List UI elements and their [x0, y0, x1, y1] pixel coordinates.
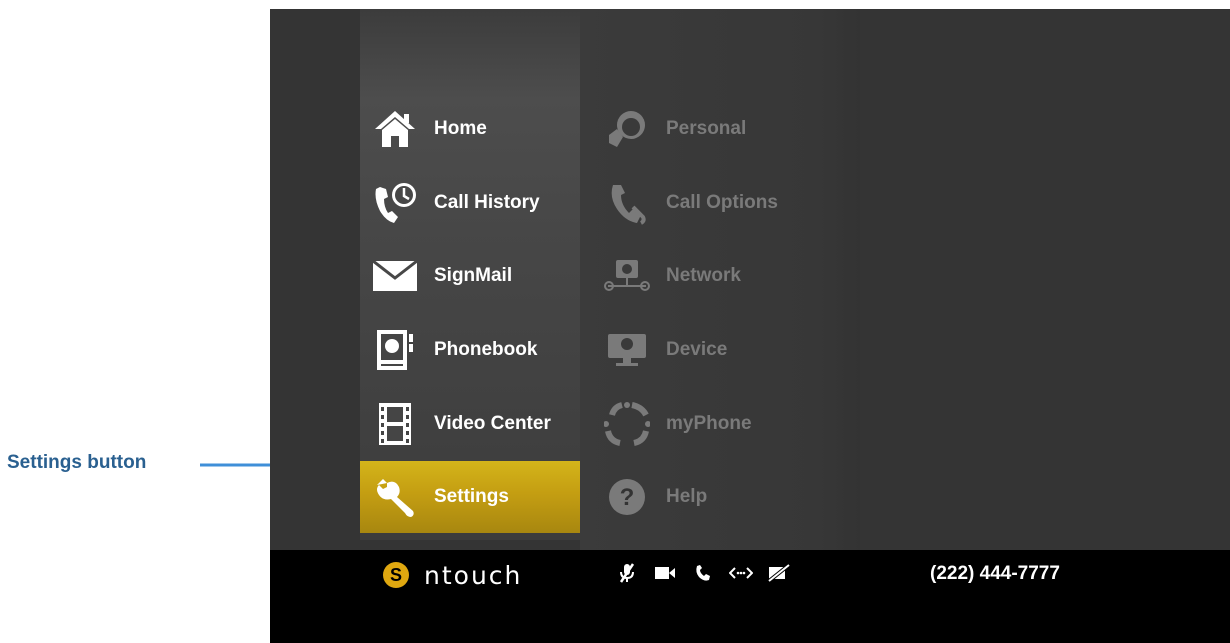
myphone-icon — [602, 401, 652, 447]
menu-item-phonebook[interactable]: Phonebook — [360, 314, 580, 386]
submenu-item-personal[interactable]: Personal — [580, 93, 860, 165]
phone-icon[interactable] — [690, 562, 716, 584]
menu-item-label: SignMail — [434, 265, 513, 286]
submenu-item-label: Help — [666, 486, 708, 507]
device-screen: Home Call History SignMail Phonebook Vid… — [270, 9, 1230, 643]
submenu-item-label: myPhone — [666, 413, 752, 434]
personal-icon — [602, 106, 652, 152]
call-history-icon — [372, 180, 418, 226]
menu-item-label: Phonebook — [434, 339, 538, 360]
submenu-item-call-options[interactable]: Call Options — [580, 167, 860, 239]
settings-submenu: Personal Call Options Network Device myP… — [580, 9, 860, 550]
submenu-item-label: Network — [666, 265, 741, 286]
submenu-item-device[interactable]: Device — [580, 314, 860, 386]
brand-mark-icon: S — [383, 562, 409, 588]
submenu-item-help[interactable]: ? Help — [580, 461, 860, 533]
menu-item-signmail[interactable]: SignMail — [360, 240, 580, 312]
help-icon: ? — [602, 474, 652, 520]
menu-item-label: Call History — [434, 192, 540, 213]
device-icon — [602, 327, 652, 373]
submenu-item-network[interactable]: Network — [580, 240, 860, 312]
video-off-icon[interactable] — [766, 562, 792, 584]
remote-icon[interactable] — [728, 562, 754, 584]
home-icon — [372, 106, 418, 152]
menu-item-label: Video Center — [434, 413, 551, 434]
submenu-item-myphone[interactable]: myPhone — [580, 388, 860, 460]
menu-item-settings[interactable]: Settings — [360, 461, 580, 533]
main-menu: Home Call History SignMail Phonebook Vid… — [360, 9, 580, 540]
mic-muted-icon[interactable] — [614, 562, 640, 584]
call-options-icon — [602, 180, 652, 226]
svg-text:S: S — [390, 565, 402, 585]
callout-label: Settings button — [7, 452, 147, 473]
phonebook-icon — [372, 327, 418, 373]
phone-number: (222) 444-7777 — [930, 563, 1060, 584]
film-icon — [372, 401, 418, 447]
submenu-item-label: Personal — [666, 118, 747, 139]
status-icons — [614, 562, 804, 584]
ntouch-logo: S ntouch — [382, 560, 522, 590]
envelope-icon — [372, 253, 418, 299]
video-camera-icon[interactable] — [652, 562, 678, 584]
svg-text:?: ? — [620, 484, 635, 511]
submenu-item-label: Device — [666, 339, 728, 360]
menu-item-label: Settings — [434, 486, 509, 507]
submenu-item-label: Call Options — [666, 192, 778, 213]
menu-item-label: Home — [434, 118, 487, 139]
status-bar: S ntouch (222) 444-7777 — [270, 550, 1230, 643]
network-icon — [602, 253, 652, 299]
wrench-icon — [372, 474, 418, 520]
menu-item-home[interactable]: Home — [360, 93, 580, 165]
brand-name: ntouch — [424, 560, 523, 590]
menu-item-call-history[interactable]: Call History — [360, 167, 580, 239]
menu-item-video-center[interactable]: Video Center — [360, 388, 580, 460]
